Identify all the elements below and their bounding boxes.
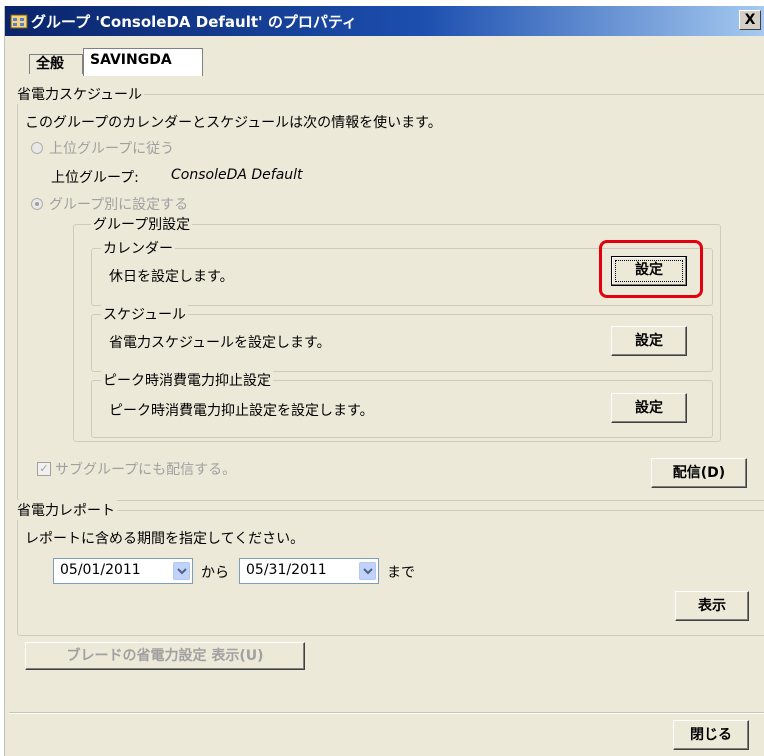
to-date-combo[interactable]: 05/31/2011: [239, 558, 379, 584]
title-bar: グループ 'ConsoleDA Default' のプロパティ X: [5, 6, 764, 36]
close-button[interactable]: 閉じる: [673, 720, 749, 750]
group-icon: [10, 12, 28, 30]
parent-group-label: 上位グループ:: [51, 170, 139, 186]
footer-divider: [9, 712, 764, 714]
subgroup-checkbox[interactable]: ✓: [37, 462, 51, 476]
blade-power-settings-button[interactable]: ブレードの省電力設定 表示(U): [25, 642, 305, 670]
tab-page-savingda: 省電力スケジュール このグループのカレンダーとスケジュールは次の情報を使います。…: [9, 76, 764, 752]
parent-group-name: ConsoleDA Default: [171, 167, 303, 183]
peak-description: ピーク時消費電力抑止設定を設定します。: [109, 403, 374, 419]
schedule-description-text: 省電力スケジュールを設定します。: [109, 335, 331, 351]
chevron-down-icon[interactable]: [173, 562, 190, 580]
peak-label: ピーク時消費電力抑止設定: [101, 370, 273, 390]
schedule-set-button[interactable]: 設定: [611, 326, 687, 356]
radio-follow-parent[interactable]: [31, 142, 43, 154]
calendar-set-button[interactable]: 設定: [611, 256, 687, 286]
peak-set-button[interactable]: 設定: [611, 393, 687, 423]
radio-per-group[interactable]: [31, 198, 43, 210]
per-group-settings-label: グループ別設定: [91, 214, 193, 234]
to-label: まで: [387, 565, 415, 581]
window-title: グループ 'ConsoleDA Default' のプロパティ: [31, 13, 357, 31]
power-schedule-label: 省電力スケジュール: [15, 84, 145, 104]
close-icon[interactable]: X: [739, 10, 761, 30]
radio-per-group-label[interactable]: グループ別に設定する: [49, 194, 188, 214]
power-report-label: 省電力レポート: [15, 500, 117, 520]
to-date-value: 05/31/2011: [246, 562, 327, 578]
calendar-label: カレンダー: [101, 238, 175, 258]
properties-dialog: グループ 'ConsoleDA Default' のプロパティ X 全般 SAV…: [4, 6, 764, 756]
tab-general[interactable]: 全般: [29, 54, 83, 74]
chevron-down-icon[interactable]: [359, 562, 376, 580]
deliver-button[interactable]: 配信(D): [651, 458, 747, 488]
from-date-value: 05/01/2011: [60, 562, 141, 578]
radio-follow-parent-label[interactable]: 上位グループに従う: [49, 138, 174, 158]
schedule-label: スケジュール: [101, 304, 189, 324]
schedule-description: このグループのカレンダーとスケジュールは次の情報を使います。: [25, 115, 442, 131]
from-label: から: [201, 565, 229, 581]
focus-ring: [615, 260, 683, 282]
report-description: レポートに含める期間を指定してください。: [25, 531, 305, 547]
subgroup-checkbox-label[interactable]: サブグループにも配信する。: [55, 459, 236, 479]
show-report-button[interactable]: 表示: [675, 591, 749, 621]
from-date-combo[interactable]: 05/01/2011: [53, 558, 193, 584]
tab-savingda[interactable]: SAVINGDA: [83, 48, 203, 76]
calendar-description: 休日を設定します。: [109, 269, 234, 285]
